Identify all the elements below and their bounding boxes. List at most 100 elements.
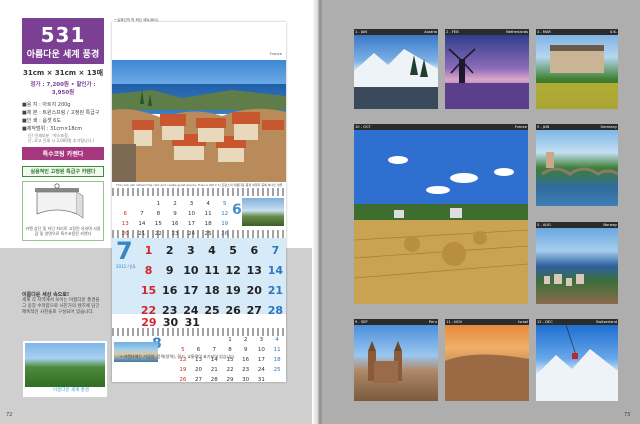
calendar-day: 11 — [204, 211, 212, 217]
calendar-day: 9 — [243, 347, 248, 353]
calendar-day: 10 — [188, 211, 196, 217]
calendar-day: 20 — [246, 283, 262, 297]
desert-photo — [445, 354, 529, 401]
calendar-day: 19 — [225, 283, 241, 297]
photo-tile: 2 - FEB Netherlands — [445, 29, 529, 109]
calendar-day — [118, 200, 133, 208]
spec-subnote: 단, 로고 인쇄 시 3,000원 추가됩니다.) — [28, 138, 95, 143]
calendar-day: 31 — [257, 377, 265, 383]
photo-tile: 11 - NOV Israel — [445, 319, 529, 401]
calendar-day: 21 — [267, 283, 284, 297]
july-number: 7 — [116, 237, 133, 265]
week-row: 1234567 — [138, 240, 286, 260]
product-name: 아름다운 세계 풍경 — [26, 50, 100, 60]
spiral-binding — [112, 230, 286, 238]
july-label: 7 2012 / JUL — [116, 238, 136, 269]
coastal-village-photo — [112, 60, 286, 182]
calendar-day: 3 — [189, 201, 194, 207]
august-grid: 1234 5 6 7 8 9 10 11 12 13 14 15 16 17 18 19 20 21 22 23… — [174, 334, 286, 386]
tile-photo — [354, 35, 438, 109]
june-number: 6 — [232, 202, 242, 218]
coating-badge: 특수코팅 카렌다 — [22, 147, 104, 160]
clip-note: 카렌 상단 및 하단 처리로 고정된 유리며 사용감 및 양면으로 특수코팅된 … — [25, 226, 101, 236]
photo-tile: 3 - MAR U.K. — [536, 29, 618, 109]
calendar-day: 17 — [188, 221, 196, 227]
photo-tile: 1 - JAN Austria — [354, 29, 438, 109]
july-sub: 2012 / JUL — [116, 264, 137, 269]
calendar-day — [176, 336, 190, 344]
calendar-day: 7 — [271, 243, 280, 257]
product-info-panel: 531 아름다운 세계 풍경 31cm × 31cm × 13매 정가 : 7,… — [22, 18, 104, 241]
spec-binding: ■제 본 : 트윈스프링 / 고정된 특급구 — [22, 110, 100, 116]
calendar-day: 5 — [222, 201, 227, 207]
calendar-day: 22 — [226, 367, 234, 373]
mini-cover-title: 아름다운 세계 풍경 — [53, 388, 89, 393]
mini-cover-photo — [25, 343, 105, 387]
calendar-day: 7 — [212, 347, 217, 353]
harbor-city-photo — [544, 274, 584, 286]
calendar-day: 4 — [275, 337, 279, 343]
calendar-day: 11 — [273, 347, 281, 353]
calendar-day: 12 — [225, 263, 241, 277]
catalog-spread: 531 아름다운 세계 풍경 31cm × 31cm × 13매 정가 : 7,… — [0, 0, 640, 424]
calendar-day: 2 — [173, 201, 177, 207]
calendar-day: 4 — [208, 243, 216, 257]
calendar-day: 19 — [221, 221, 229, 227]
tile-photo — [445, 325, 529, 401]
windmill-photo — [445, 48, 529, 109]
week-row: 13 14 15 16 17 18 19 — [118, 220, 232, 228]
manor-garden-photo — [536, 45, 618, 109]
week-row: 19 20 21 22 23 24 25 — [176, 366, 284, 374]
calendar-sample: France The rook will refresh the rant an… — [112, 22, 286, 383]
calendar-day — [135, 200, 150, 208]
page-number-left: 72 — [6, 412, 13, 418]
river-bridge-photo — [541, 152, 618, 176]
photo-tile: 5 - AUG Norway — [536, 222, 618, 304]
calendar-day: 16 — [162, 283, 178, 297]
calendar-day: 29 — [226, 377, 234, 383]
calendar-day: 1 — [144, 243, 153, 257]
photo-tile: 9 - SEP Peru — [354, 319, 438, 401]
calendar-day: 4 — [206, 201, 210, 207]
calendar-clip-icon — [35, 183, 84, 219]
july-grid: 1234567 8 9 10 11 12 13 14 15 16 17 18 19 20 21 22 23… — [138, 240, 286, 320]
calendar-day — [270, 376, 284, 384]
cathedral-photo — [368, 341, 402, 383]
calendar-day: 13 — [121, 221, 129, 227]
calendar-day: 13 — [246, 263, 262, 277]
calendar-day: 5 — [229, 243, 237, 257]
page-number-right: 73 — [624, 412, 631, 418]
calendar-day: 18 — [204, 221, 212, 227]
product-size: 31cm × 31cm × 13매 — [22, 69, 104, 77]
calendar-day: 8 — [228, 347, 232, 353]
calendar-day: 17 — [257, 357, 265, 363]
calendar-day: 9 — [165, 263, 174, 277]
left-page: 531 아름다운 세계 풍경 31cm × 31cm × 13매 정가 : 7,… — [0, 0, 318, 424]
calendar-day: 23 — [242, 367, 250, 373]
product-number: 531 — [40, 23, 86, 47]
winter-village-photo — [354, 49, 438, 109]
tile-photo — [536, 130, 618, 206]
week-row: 1 2 3 4 — [176, 336, 284, 344]
week-row: 26 27 28 29 30 31 — [176, 376, 284, 384]
calendar-day: 1 — [228, 337, 232, 343]
promo-text: 이름다운 세상 속으로! 세계 각 지역에서 보이는 아름다운 풍경을 그 웅장… — [22, 292, 104, 316]
product-header: 531 아름다운 세계 풍경 — [22, 18, 104, 64]
calendar-day: 6 — [196, 347, 201, 353]
tile-photo — [354, 130, 528, 304]
spec-range: ■제작범위 : 31cm×18cm — [22, 126, 83, 132]
calendar-day: 10 — [257, 347, 265, 353]
calendar-day: 24 — [257, 367, 265, 373]
week-row: 8 9 10 11 12 13 14 — [138, 260, 286, 280]
spec-paper: ■용 지 : 아트지 200g — [22, 102, 71, 108]
week-row: 5 6 7 8 9 10 11 — [176, 346, 284, 354]
tile-photo — [354, 325, 438, 401]
tile-photo — [536, 228, 618, 304]
calendar-day: 15 — [140, 283, 157, 297]
calendar-day: 16 — [242, 357, 250, 363]
calendar-day: 17 — [183, 283, 199, 297]
calendar-day: 30 — [242, 377, 250, 383]
calendar-day: 20 — [195, 367, 203, 373]
calendar-day: 12 — [221, 211, 229, 217]
tile-photo — [536, 325, 618, 401]
